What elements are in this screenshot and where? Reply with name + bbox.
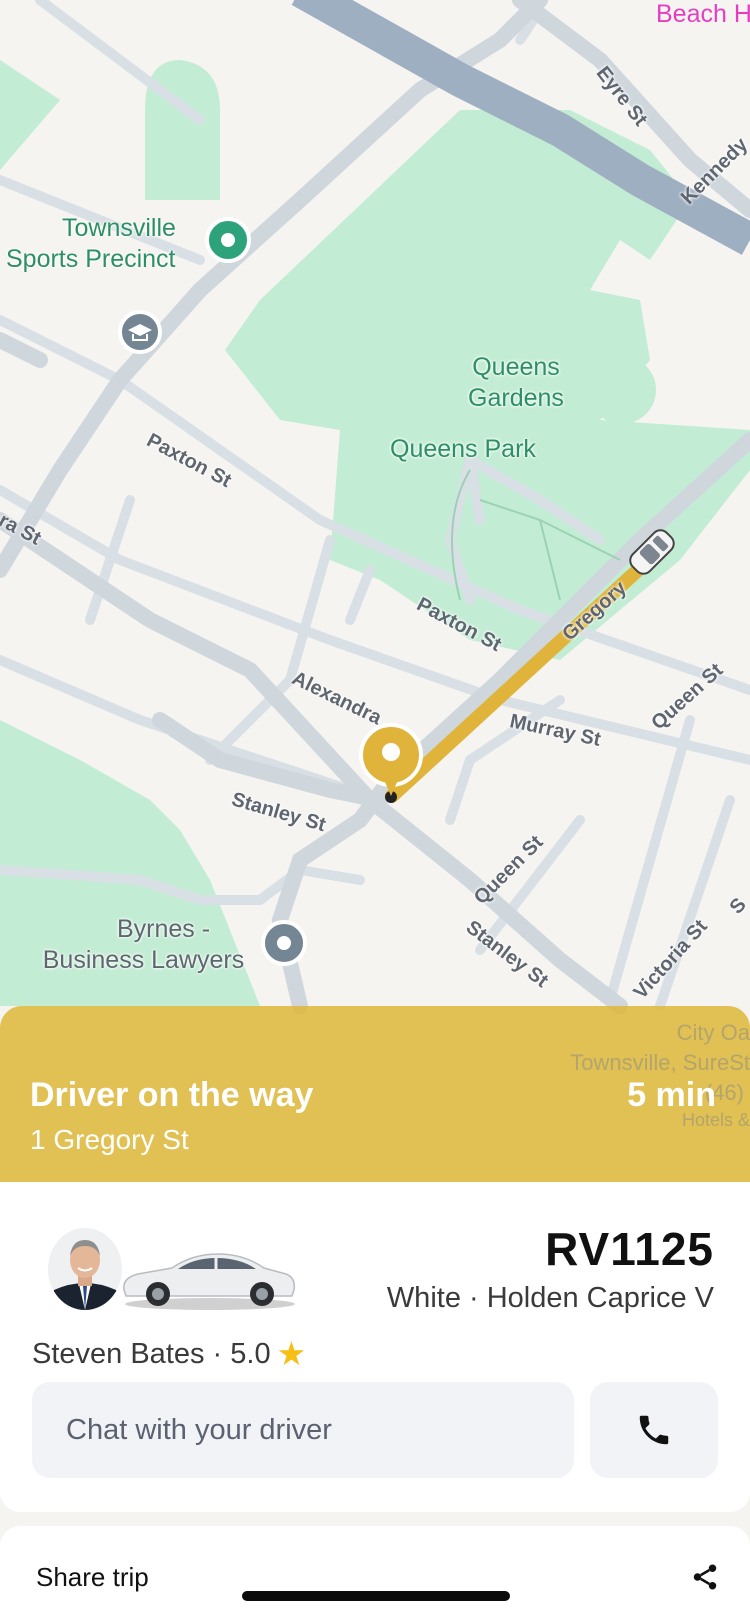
status-title: Driver on the way bbox=[30, 1076, 314, 1114]
share-icon[interactable] bbox=[690, 1562, 720, 1592]
star-icon: ★ bbox=[276, 1335, 307, 1372]
poi-label-townsville-sports[interactable]: Townsville Sports Precinct bbox=[6, 213, 196, 275]
school-icon bbox=[118, 310, 162, 354]
poi-label-line: Sports Precinct bbox=[6, 245, 176, 273]
poi-label-byrnes[interactable]: Byrnes - Business Lawyers bbox=[36, 914, 251, 976]
poi-label-beach[interactable]: Beach H bbox=[656, 0, 750, 29]
license-plate: RV1125 bbox=[545, 1223, 714, 1275]
poi-label-line: Byrnes - bbox=[116, 915, 211, 943]
driver-name-text: Steven Bates · 5.0 bbox=[32, 1338, 271, 1370]
poi-label-queens-park[interactable]: Queens Park bbox=[390, 434, 536, 465]
vehicle-description: White · Holden Caprice V bbox=[386, 1282, 714, 1314]
poi-marker-sports bbox=[205, 217, 251, 263]
pickup-address: 1 Gregory St bbox=[30, 1124, 189, 1155]
driver-card: RV1125 White · Holden Caprice V Steven B… bbox=[0, 1182, 750, 1512]
poi-label-line: Business Lawyers bbox=[42, 946, 245, 974]
poi-label-line: Townsville bbox=[62, 214, 176, 242]
driver-name-rating: Steven Bates · 5.0 ★ bbox=[32, 1334, 306, 1373]
share-trip-row[interactable]: Share trip bbox=[0, 1526, 750, 1624]
home-indicator bbox=[242, 1591, 510, 1601]
chat-input[interactable] bbox=[32, 1382, 574, 1478]
share-trip-label: Share trip bbox=[36, 1562, 149, 1592]
avatar-image bbox=[48, 1228, 122, 1310]
eta-label: 5 min bbox=[627, 1076, 716, 1114]
vehicle-image bbox=[123, 1253, 296, 1310]
poi-marker-byrnes bbox=[261, 920, 307, 966]
poi-label-line: Townsville, SureSt bbox=[570, 1050, 750, 1075]
driver-avatar[interactable] bbox=[48, 1228, 122, 1310]
poi-label-line: City Oa bbox=[676, 1020, 750, 1045]
poi-label-queens-gardens[interactable]: Queens Gardens bbox=[460, 352, 572, 414]
poi-label-line: Gardens bbox=[468, 384, 564, 412]
poi-label-line: Queens bbox=[472, 353, 560, 381]
phone-icon bbox=[639, 1415, 669, 1445]
call-driver-button[interactable] bbox=[590, 1382, 718, 1478]
